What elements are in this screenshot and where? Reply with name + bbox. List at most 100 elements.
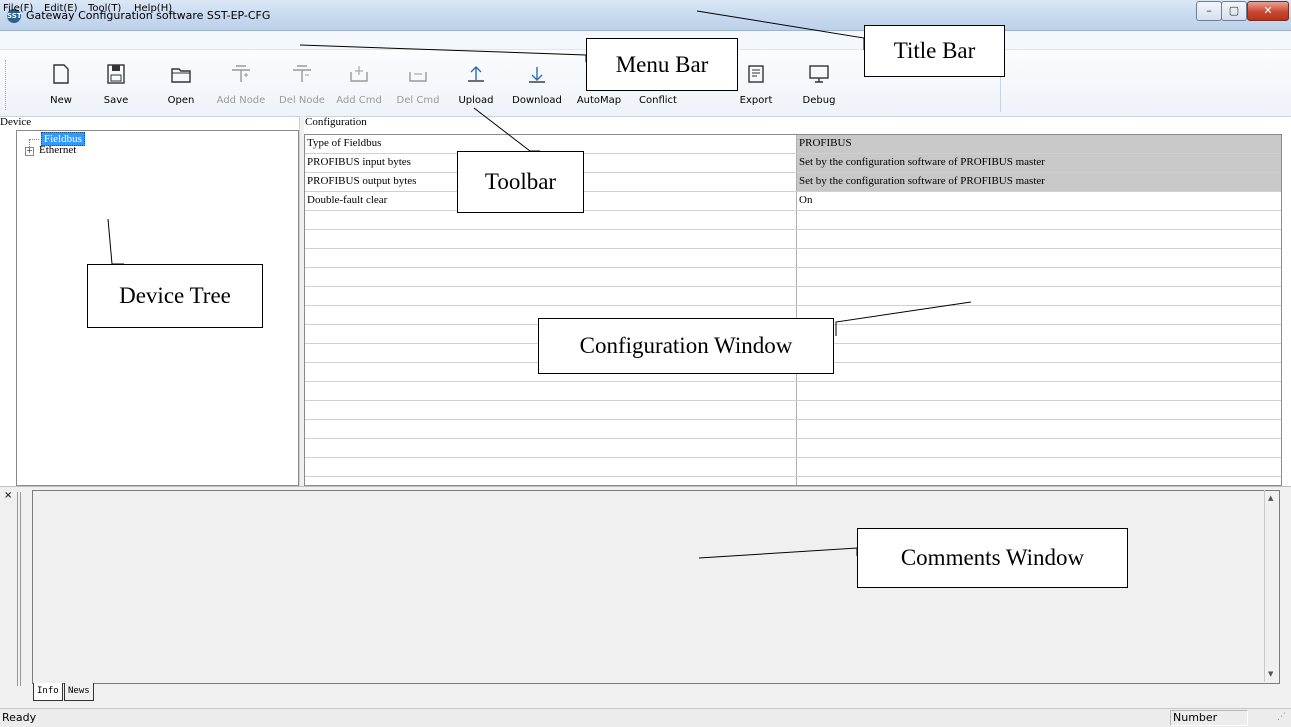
config-row[interactable]: PROFIBUS output bytes Set by the configur… xyxy=(305,173,1281,192)
callout-title-bar: Title Bar xyxy=(864,25,1005,77)
config-row[interactable] xyxy=(305,230,1281,249)
config-value xyxy=(796,439,1281,457)
callout-configuration-window: Configuration Window xyxy=(538,318,834,374)
new-button[interactable]: New xyxy=(30,58,92,110)
comments-scrollbar[interactable] xyxy=(1264,490,1281,682)
comments-dock-grip[interactable] xyxy=(17,492,21,686)
config-value xyxy=(796,382,1281,400)
open-button[interactable]: Open xyxy=(150,58,212,110)
config-value[interactable]: PROFIBUS xyxy=(796,135,1281,153)
num-lock-indicator: Number xyxy=(1173,711,1218,724)
delete-node-button[interactable]: Del Node xyxy=(271,58,333,110)
download-button-label: Download xyxy=(512,95,562,106)
debug-button-label: Debug xyxy=(802,95,836,106)
upload-button[interactable]: Upload xyxy=(445,58,507,110)
callout-menu-bar: Menu Bar xyxy=(586,38,738,91)
scroll-down-icon[interactable]: ▼ xyxy=(1268,670,1273,678)
tree-expand-icon[interactable]: + xyxy=(25,147,34,156)
config-value xyxy=(796,344,1281,362)
add-command-icon xyxy=(350,66,368,82)
add-node-button[interactable]: Add Node xyxy=(210,58,272,110)
config-value xyxy=(796,325,1281,343)
config-row[interactable] xyxy=(305,439,1281,458)
config-row[interactable] xyxy=(305,211,1281,230)
config-row[interactable]: PROFIBUS input bytes Set by the configura… xyxy=(305,154,1281,173)
tree-item-ethernet[interactable]: Ethernet xyxy=(39,144,76,156)
configuration-grid[interactable]: Type of Fieldbus PROFIBUS PROFIBUS input b… xyxy=(304,134,1282,486)
status-text: Ready xyxy=(2,711,37,724)
add-node-icon xyxy=(232,65,250,82)
close-button[interactable]: ✕ xyxy=(1247,1,1289,21)
config-row[interactable] xyxy=(305,458,1281,477)
config-value xyxy=(796,458,1281,476)
menu-help[interactable]: Help(H) xyxy=(134,3,172,14)
delete-node-icon xyxy=(293,65,311,82)
config-value[interactable]: On xyxy=(796,192,1281,210)
delete-command-icon xyxy=(409,72,427,82)
menu-tool[interactable]: Tool(T) xyxy=(88,3,121,14)
automap-button-label: AutoMap xyxy=(576,95,622,106)
config-value xyxy=(796,268,1281,286)
config-key: Type of Fieldbus xyxy=(307,137,382,149)
new-file-icon xyxy=(53,64,69,84)
delete-command-button-label: Del Cmd xyxy=(396,95,440,106)
tab-news[interactable]: News xyxy=(64,683,94,701)
save-button[interactable]: Save xyxy=(85,58,147,110)
config-value xyxy=(796,363,1281,381)
export-button-label: Export xyxy=(739,95,773,106)
config-row[interactable] xyxy=(305,268,1281,287)
device-panel-header: Device xyxy=(0,116,32,128)
debug-button[interactable]: Debug xyxy=(788,58,850,110)
configuration-panel-header: Configuration xyxy=(305,116,367,128)
menu-edit[interactable]: Edit(E) xyxy=(44,3,78,14)
config-key: PROFIBUS output bytes xyxy=(307,175,417,187)
add-command-button[interactable]: Add Cmd xyxy=(328,58,390,110)
download-icon xyxy=(529,67,545,83)
config-value xyxy=(796,401,1281,419)
config-row[interactable] xyxy=(305,382,1281,401)
config-value xyxy=(796,230,1281,248)
resize-grip-icon[interactable]: ⋰ xyxy=(1277,712,1286,722)
callout-comments-window: Comments Window xyxy=(857,528,1128,588)
config-key: PROFIBUS input bytes xyxy=(307,156,411,168)
debug-monitor-icon xyxy=(809,65,829,83)
config-row[interactable] xyxy=(305,401,1281,420)
minimize-button[interactable]: – xyxy=(1196,1,1222,21)
delete-command-button[interactable]: Del Cmd xyxy=(387,58,449,110)
add-command-button-label: Add Cmd xyxy=(336,95,382,106)
config-value xyxy=(796,249,1281,267)
comments-close-icon[interactable]: × xyxy=(4,490,12,501)
callout-toolbar: Toolbar xyxy=(457,151,584,213)
new-button-label: New xyxy=(50,95,72,106)
config-row[interactable] xyxy=(305,420,1281,439)
status-bar xyxy=(0,708,1291,727)
config-value xyxy=(796,211,1281,229)
config-value xyxy=(796,287,1281,305)
callout-device-tree: Device Tree xyxy=(87,264,263,328)
maximize-button[interactable]: ▢ xyxy=(1221,1,1247,21)
export-icon xyxy=(748,65,764,83)
tab-info[interactable]: Info xyxy=(33,683,63,701)
scroll-up-icon[interactable]: ▲ xyxy=(1268,494,1273,502)
config-row[interactable] xyxy=(305,287,1281,306)
config-row[interactable]: Double-fault clear On xyxy=(305,192,1281,211)
add-node-button-label: Add Node xyxy=(216,95,266,106)
open-button-label: Open xyxy=(167,95,195,106)
toolbar-grip[interactable] xyxy=(5,60,9,110)
config-row[interactable]: Type of Fieldbus PROFIBUS xyxy=(305,135,1281,154)
open-folder-icon xyxy=(171,68,191,83)
conflict-button-label: Conflict xyxy=(639,95,677,106)
config-value xyxy=(796,306,1281,324)
save-button-label: Save xyxy=(103,95,129,106)
menu-file[interactable]: File(F) xyxy=(3,3,33,14)
config-value[interactable]: Set by the configuration software of PRO… xyxy=(796,154,1281,172)
upload-button-label: Upload xyxy=(458,95,494,106)
config-value xyxy=(796,420,1281,438)
save-icon xyxy=(107,64,125,84)
upload-icon xyxy=(468,66,484,82)
config-row[interactable] xyxy=(305,249,1281,268)
config-value[interactable]: Set by the configuration software of PRO… xyxy=(796,173,1281,191)
config-key: Double-fault clear xyxy=(307,194,388,206)
download-button[interactable]: Download xyxy=(506,58,568,110)
delete-node-button-label: Del Node xyxy=(279,95,325,106)
